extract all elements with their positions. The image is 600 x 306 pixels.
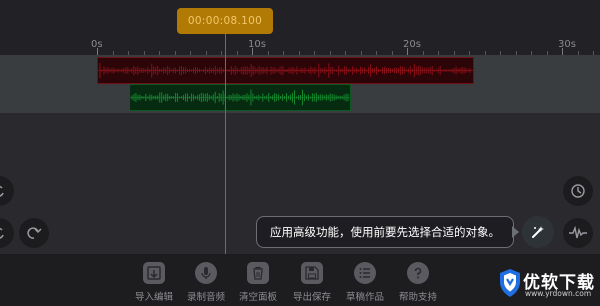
undo-icon [0,185,4,197]
undo-icon [0,227,4,239]
waveform-button[interactable] [563,218,593,248]
time-ruler[interactable]: 0s 10s 20s 30s [0,38,600,55]
audio-clip-green[interactable] [129,84,351,111]
ruler-label-30s: 30s [558,39,576,50]
record-audio-label: 录制音频 [186,292,225,303]
list-icon [354,262,376,284]
playhead[interactable] [225,34,226,254]
watermark-logo: 优软下载 www.yrdown.com [498,266,598,302]
help-support-label: 帮助支持 [398,292,437,303]
ruler-tick [407,48,408,55]
help-support-button[interactable]: 帮助支持 [392,262,444,306]
microphone-icon [195,262,217,284]
drafts-label: 草稿作品 [345,292,384,303]
tooltip-text: 应用高级功能，使用前要先选择合适的对象。 [270,225,500,239]
import-edit-button[interactable]: 导入编辑 [128,262,180,306]
timecode-text: 00:00:08.100 [187,15,263,27]
waveform-icon [569,226,587,239]
magic-wand-icon [532,226,544,238]
undo-button-2[interactable] [0,218,14,248]
red-waveform [98,62,473,79]
import-icon [143,262,165,284]
ruler-tick [562,48,563,55]
clear-panel-button[interactable]: 清空面板 [232,262,284,306]
drafts-button[interactable]: 草稿作品 [339,262,391,306]
export-save-button[interactable]: 导出保存 [286,262,338,306]
shield-logo-icon [500,269,520,297]
advanced-feature-tooltip: 应用高级功能，使用前要先选择合适的对象。 [256,216,514,248]
trash-icon [247,262,269,284]
ruler-label-10s: 10s [248,39,266,50]
redo-button[interactable] [19,218,49,248]
save-icon [301,262,323,284]
ruler-label-20s: 20s [403,39,421,50]
redo-icon [27,227,42,239]
audio-clip-red[interactable] [97,57,474,84]
help-icon [407,262,429,284]
clear-panel-label: 清空面板 [238,292,277,303]
export-save-label: 导出保存 [292,292,331,303]
record-audio-button[interactable]: 录制音频 [180,262,232,306]
undo-button[interactable] [0,176,14,206]
advanced-feature-button[interactable] [522,216,554,248]
ruler-tick [252,48,253,55]
tooltip-arrow [512,226,519,238]
clock-icon [571,184,585,198]
green-waveform [130,89,350,106]
timecode-display[interactable]: 00:00:08.100 [177,8,273,34]
timer-button[interactable] [563,176,593,206]
watermark-url: www.yrdown.com [525,289,592,298]
import-edit-label: 导入编辑 [134,292,173,303]
ruler-tick [97,48,98,55]
